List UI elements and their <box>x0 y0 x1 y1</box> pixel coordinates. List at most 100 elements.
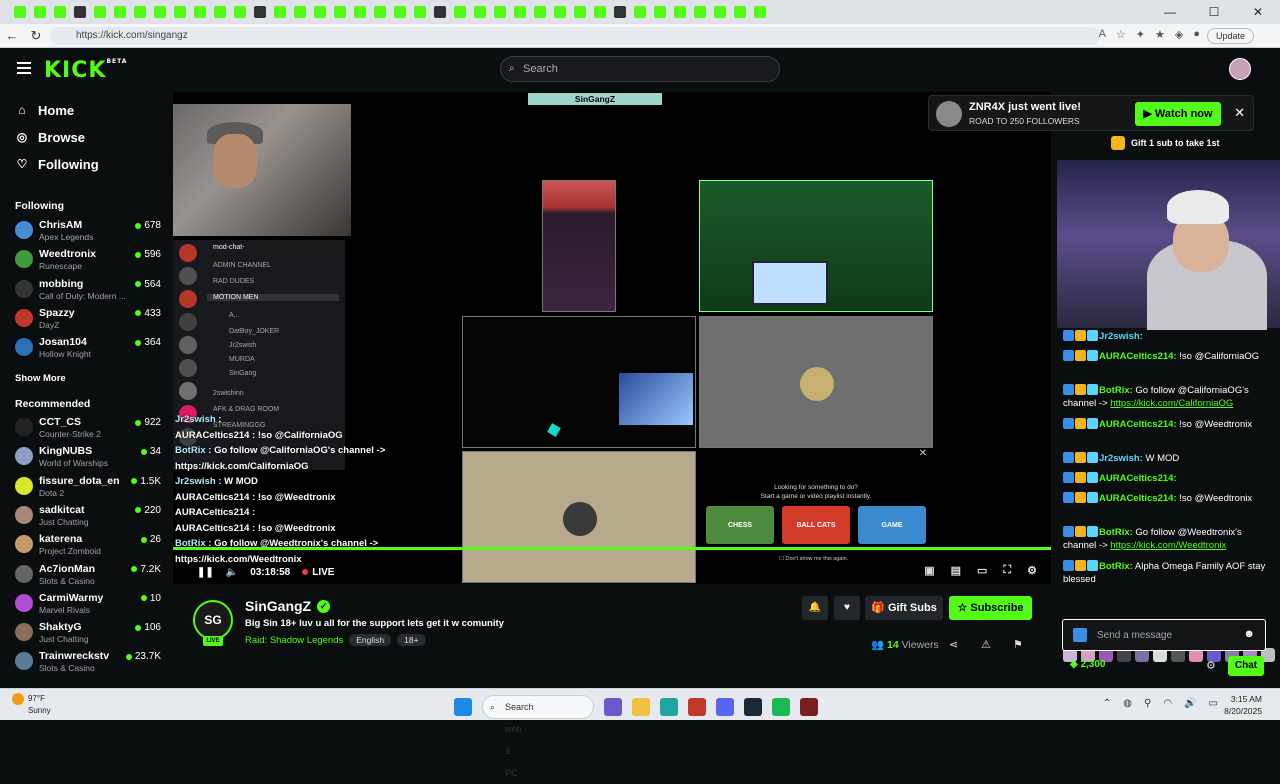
sidebar-channel-ac7ionman[interactable]: Ac7ionMan Slots & Casino 7.2K <box>15 562 163 588</box>
tag-english[interactable]: English <box>349 634 392 646</box>
keyboard-icon[interactable] <box>1073 628 1087 642</box>
browser-tab-icon[interactable] <box>334 6 346 18</box>
channel-avatar[interactable]: SG <box>193 600 233 640</box>
favorite-star-icon[interactable]: ☆ <box>1116 28 1126 41</box>
browser-tab-icon[interactable] <box>114 6 126 18</box>
show-more-link[interactable]: Show More <box>15 373 66 384</box>
wifi-icon[interactable]: ◠ <box>1163 698 1172 709</box>
browser-tab-icon[interactable] <box>734 6 746 18</box>
browser-tab-icon[interactable] <box>74 6 86 18</box>
browser-tab-icon[interactable] <box>134 6 146 18</box>
browser-tab-icon[interactable] <box>674 6 686 18</box>
steam-icon[interactable] <box>744 698 762 716</box>
chat-username[interactable]: AURACeltics214: <box>1099 473 1177 484</box>
nav-home[interactable]: ⌂ Home <box>15 100 165 120</box>
chat-username[interactable]: Jr2swish: <box>1099 453 1143 464</box>
chat-username[interactable]: AURACeltics214: <box>1099 419 1177 430</box>
fullscreen-icon[interactable]: ⛶ <box>1003 564 1011 577</box>
battery-icon[interactable]: ▭ <box>1209 698 1218 709</box>
close-window-icon[interactable]: ✕ <box>1236 0 1280 24</box>
tag-18plus[interactable]: 18+ <box>397 634 426 646</box>
sidebar-channel-weedtronix[interactable]: Weedtronix Runescape 596 <box>15 247 163 273</box>
app-icon-red[interactable] <box>688 698 706 716</box>
minimize-icon[interactable]: — <box>1148 0 1192 24</box>
browser-tab-icon[interactable] <box>714 6 726 18</box>
browser-tab-icon[interactable] <box>754 6 766 18</box>
browser-tab-icon[interactable] <box>54 6 66 18</box>
browser-tab-icon[interactable] <box>354 6 366 18</box>
sidebar-channel-trainwreckstv[interactable]: Trainwreckstv Slots & Casino 23.7K <box>15 649 163 675</box>
browser-tab-icon[interactable] <box>434 6 446 18</box>
sidebar-channel-chrisam[interactable]: ChrisAM Apex Legends 678 <box>15 218 163 244</box>
video-player[interactable]: SinGangZ mod-chat- ADMIN CHANNEL RAD DUDES… <box>173 92 1051 584</box>
sidebar-channel-mobbing[interactable]: mobbing Call of Duty: Modern ... 564 <box>15 277 163 303</box>
share-icon[interactable]: ⋖ <box>949 638 958 651</box>
sidebar-channel-spazzy[interactable]: Spazzy DayZ 433 <box>15 306 163 332</box>
game-tile-chess[interactable]: CHESS <box>706 506 774 544</box>
browser-tab-icon[interactable] <box>594 6 606 18</box>
taskbar-clock[interactable]: 3:15 AM 8/20/2025 <box>1224 693 1262 717</box>
chat-input-box[interactable]: ☻ <box>1062 619 1266 651</box>
favorites-icon[interactable]: ★ <box>1155 28 1165 41</box>
browser-tab-icon[interactable] <box>394 6 406 18</box>
browser-tab-icon[interactable] <box>614 6 626 18</box>
subscribe-button[interactable]: ☆ Subscribe <box>949 596 1032 620</box>
app-icon-dark[interactable] <box>800 698 818 716</box>
pip-icon[interactable]: ▤ <box>951 564 961 577</box>
clip-icon[interactable]: ▣ <box>924 564 934 577</box>
close-icon[interactable]: ✕ <box>919 448 927 459</box>
extension-icon[interactable]: ✦ <box>1136 28 1145 41</box>
watch-now-button[interactable]: ▶ Watch now <box>1135 102 1221 126</box>
chat-username[interactable]: AURACeltics214: <box>1099 493 1177 504</box>
sidebar-channel-sadkitcat[interactable]: sadkitcat Just Chatting 220 <box>15 503 163 529</box>
browser-tab-icon[interactable] <box>214 6 226 18</box>
browser-tab-icon[interactable] <box>474 6 486 18</box>
theater-icon[interactable]: ▭ <box>977 564 987 577</box>
report-icon[interactable]: ⚠ <box>981 638 991 651</box>
browser-tab-icon[interactable] <box>534 6 546 18</box>
spotify-icon[interactable] <box>772 698 790 716</box>
browser-tab-icon[interactable] <box>454 6 466 18</box>
sidebar-channel-carmiwarmy[interactable]: CarmiWarmy Marvel Rivals 10 <box>15 591 163 617</box>
user-avatar[interactable] <box>1229 58 1251 80</box>
close-toast-icon[interactable]: ✕ <box>1234 105 1245 121</box>
browser-tab-icon[interactable] <box>414 6 426 18</box>
back-icon[interactable]: ← <box>0 28 24 43</box>
chat-message-input[interactable] <box>1097 628 1237 642</box>
kick-logo[interactable]: KICKBETA <box>44 58 127 83</box>
browser-tab-icon[interactable] <box>634 6 646 18</box>
chat-username[interactable]: BotRix: <box>1099 561 1133 572</box>
sidebar-channel-fissure_dota_en[interactable]: fissure_dota_en Dota 2 1.5K <box>15 474 163 500</box>
chat-username[interactable]: BotRix: <box>1099 527 1133 538</box>
browser-tab-icon[interactable] <box>174 6 186 18</box>
read-aloud-icon[interactable]: A <box>1099 28 1106 41</box>
volume-icon[interactable]: 🔈 <box>226 567 238 578</box>
nav-browse[interactable]: ◎ Browse <box>15 127 165 147</box>
emoji-icon[interactable]: ☻ <box>1243 628 1255 640</box>
gift-sub-banner[interactable]: Gift 1 sub to take 1st <box>1111 136 1220 150</box>
browser-tab-icon[interactable] <box>194 6 206 18</box>
browser-tab-icon[interactable] <box>374 6 386 18</box>
browser-tab-icon[interactable] <box>314 6 326 18</box>
chat-link[interactable]: https://kick.com/CaliforniaOG <box>1110 398 1233 409</box>
sidebar-channel-shaktyg[interactable]: ShaktyG Just Chatting 106 <box>15 620 163 646</box>
chat-link[interactable]: https://kick.com/Weedtronix <box>1110 540 1226 551</box>
chat-settings-icon[interactable]: ⚙ <box>1206 659 1216 672</box>
browser-tab-icon[interactable] <box>14 6 26 18</box>
chat-username[interactable]: AURACeltics214: <box>1099 351 1177 362</box>
browser-tab-icon[interactable] <box>514 6 526 18</box>
browser-tab-icon[interactable] <box>554 6 566 18</box>
profile-icon[interactable]: ● <box>1193 28 1200 41</box>
browser-tab-icon[interactable] <box>234 6 246 18</box>
browser-tab-icon[interactable] <box>494 6 506 18</box>
shield-icon[interactable]: ◈ <box>1175 28 1183 41</box>
browser-tab-icon[interactable] <box>694 6 706 18</box>
gift-subs-button[interactable]: 🎁 Gift Subs <box>865 596 943 620</box>
progress-bar[interactable] <box>173 547 1051 550</box>
volume-tray-icon[interactable]: 🔊 <box>1184 698 1196 709</box>
browser-tab-icon[interactable] <box>154 6 166 18</box>
taskbar-search[interactable]: ⌕ Search web & PC <box>482 695 594 778</box>
maximize-icon[interactable]: ☐ <box>1192 0 1236 24</box>
browser-tab-icon[interactable] <box>654 6 666 18</box>
follow-heart-icon[interactable]: ♥ <box>834 596 860 620</box>
